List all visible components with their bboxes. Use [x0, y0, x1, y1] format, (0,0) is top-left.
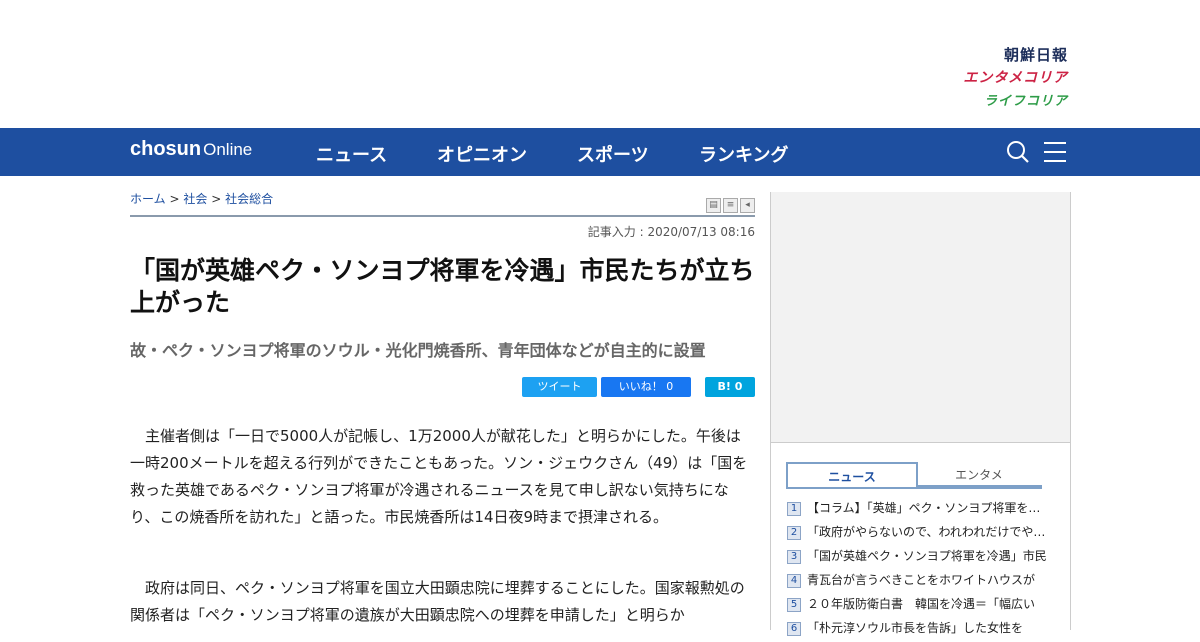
life-korea-logo[interactable]: ライフコリア — [963, 90, 1068, 113]
ranking-title: 青瓦台が言うべきことをホワイトハウスが — [807, 573, 1036, 587]
nav-ranking[interactable]: ランキング — [699, 141, 788, 167]
print-icon[interactable]: ▤ — [706, 198, 721, 213]
list-icon[interactable]: ≡ — [723, 198, 738, 213]
rank-number: 6 — [787, 621, 801, 636]
search-icon[interactable] — [1006, 140, 1030, 164]
hatena-label: B! 0 — [717, 380, 743, 393]
article-paragraph: 政府は同日、ペク・ソンヨプ将軍を国立大田顕忠院に埋葬することにした。国家報勲処の… — [130, 579, 745, 624]
facebook-like-button[interactable]: いいね！ 0 — [601, 377, 691, 397]
article-title: 「国が英雄ペク・ソンヨプ将軍を冷遇」市民たちが立ち上がった — [130, 256, 755, 317]
rank-number: 5 — [787, 597, 801, 612]
tab-entertainment[interactable]: エンタメ — [916, 465, 1042, 487]
nav-opinion[interactable]: オピニオン — [437, 141, 527, 167]
tweet-label: ツイート — [537, 380, 582, 393]
article-paragraph: 主催者側は「一日で5000人が記帳し、1万2000人が献花した」と明らかにした。… — [130, 427, 748, 526]
like-label: いいね！ 0 — [618, 380, 674, 393]
rank-number: 3 — [787, 549, 801, 564]
breadcrumb-sep: > — [211, 192, 222, 206]
ranking-item[interactable]: 3 「国が英雄ペク・ソンヨプ将軍を冷遇」市民 — [787, 546, 1047, 570]
breadcrumb-society[interactable]: 社会 — [183, 192, 207, 206]
enta-korea-logo[interactable]: エンタメコリア — [963, 67, 1068, 90]
rank-number: 2 — [787, 525, 801, 540]
main-nav: chosun Online ニュース オピニオン スポーツ ランキング — [0, 128, 1200, 176]
ranking-title: 「国が英雄ペク・ソンヨプ将軍を冷遇」市民 — [807, 549, 1047, 563]
article-tools: ▤ ≡ ◂ — [704, 192, 755, 213]
ranking-title: 「政府がやらないので、われわれだけでやる」 — [807, 525, 1047, 539]
ranking-item[interactable]: 2 「政府がやらないので、われわれだけでやる」 — [787, 522, 1047, 546]
ranking-list: 1 【コラム】「英雄」ペク・ソンヨプ将軍を冷遇 2 「政府がやらないので、われわれだ… — [787, 498, 1047, 642]
nav-sports[interactable]: スポーツ — [577, 141, 649, 167]
article-date: 記事入力 : 2020/07/13 08:16 — [587, 225, 755, 239]
logo-main: chosun — [130, 138, 202, 160]
ranking-item[interactable]: 5 ２０年版防衛白書 韓国を冷遇＝「幅広い — [787, 594, 1047, 618]
sidebar: ニュース エンタメ 1 【コラム】「英雄」ペク・ソンヨプ将軍を冷遇 2 「政府がやら… — [770, 192, 1071, 636]
tab-underline — [786, 487, 1042, 489]
logo-sub: Online — [203, 140, 253, 159]
ranking-item[interactable]: 4 青瓦台が言うべきことをホワイトハウスが — [787, 570, 1047, 594]
breadcrumb-society-general[interactable]: 社会総合 — [225, 192, 273, 206]
back-icon[interactable]: ◂ — [740, 198, 755, 213]
divider — [130, 215, 755, 217]
ranking-title: ２０年版防衛白書 韓国を冷遇＝「幅広い — [807, 597, 1036, 611]
article-subtitle: 故・ペク・ソンヨプ将軍のソウル・光化門焼香所、青年団体などが自主的に設置 — [130, 341, 706, 360]
chosun-ilbo-logo[interactable]: 朝鮮日報 — [963, 44, 1068, 67]
breadcrumb: ホーム > 社会 > 社会総合 — [130, 190, 273, 207]
ranking-title: 「朴元淳ソウル市長を告訴」した女性を — [807, 621, 1024, 635]
brand-logos: 朝鮮日報 エンタメコリア ライフコリア — [963, 44, 1068, 113]
ranking-title: 【コラム】「英雄」ペク・ソンヨプ将軍を冷遇 — [807, 501, 1047, 515]
tweet-button[interactable]: ツイート — [522, 377, 597, 397]
breadcrumb-sep: > — [169, 192, 180, 206]
menu-icon[interactable] — [1044, 142, 1066, 162]
tab-news[interactable]: ニュース — [786, 462, 918, 488]
nav-news[interactable]: ニュース — [316, 141, 387, 167]
ranking-item[interactable]: 1 【コラム】「英雄」ペク・ソンヨプ将軍を冷遇 — [787, 498, 1047, 522]
hatena-bookmark-button[interactable]: B! 0 — [705, 377, 755, 397]
rank-number: 4 — [787, 573, 801, 588]
rank-number: 1 — [787, 501, 801, 516]
breadcrumb-home[interactable]: ホーム — [130, 192, 166, 206]
ad-slot — [771, 192, 1070, 443]
ranking-item[interactable]: 6 「朴元淳ソウル市長を告訴」した女性を — [787, 618, 1047, 642]
site-logo[interactable]: chosun Online — [130, 138, 252, 161]
